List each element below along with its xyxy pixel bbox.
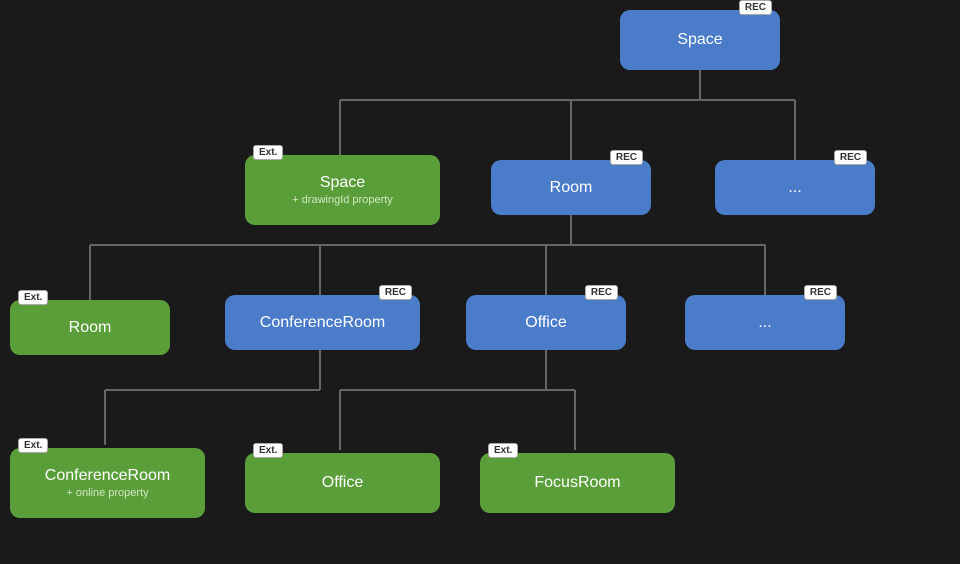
label-office-ext: Office [322,474,364,492]
label-focus-room-ext: FocusRoom [534,474,620,492]
badge-ext-space: Ext. [253,145,283,160]
node-space-ext: Ext. Space + drawingId property [245,155,440,225]
badge-rec-space-top: REC [739,0,772,15]
label-space-top: Space [677,31,722,49]
node-conference-room-ext: Ext. ConferenceRoom + online property [10,448,205,518]
node-office-ext: Ext. Office [245,453,440,513]
node-office: REC Office [466,295,626,350]
node-conference-room: REC ConferenceRoom [225,295,420,350]
diagram: REC Space Ext. Space + drawingId propert… [0,0,960,564]
label-room-top: Room [550,179,593,197]
node-focus-room-ext: Ext. FocusRoom [480,453,675,513]
badge-ext-room: Ext. [18,290,48,305]
badge-rec-office: REC [585,285,618,300]
label-space-ext: Space [320,174,365,192]
label-conference-room-ext: ConferenceRoom [45,467,170,485]
label-dots-top: ... [788,179,801,197]
node-room-ext: Ext. Room [10,300,170,355]
node-space-top: REC Space [620,10,780,70]
badge-rec-conference: REC [379,285,412,300]
label-room-ext: Room [69,319,112,337]
badge-ext-conference: Ext. [18,438,48,453]
node-dots-top: REC ... [715,160,875,215]
badge-ext-focus-room: Ext. [488,443,518,458]
sublabel-conference-room-ext: + online property [66,487,148,499]
node-room-top: REC Room [491,160,651,215]
badge-rec-dots-mid: REC [804,285,837,300]
label-office: Office [525,314,567,332]
badge-rec-dots-top: REC [834,150,867,165]
sublabel-space-ext: + drawingId property [292,194,393,206]
badge-ext-office: Ext. [253,443,283,458]
node-dots-mid: REC ... [685,295,845,350]
label-dots-mid: ... [758,314,771,332]
label-conference-room: ConferenceRoom [260,314,385,332]
badge-rec-room-top: REC [610,150,643,165]
